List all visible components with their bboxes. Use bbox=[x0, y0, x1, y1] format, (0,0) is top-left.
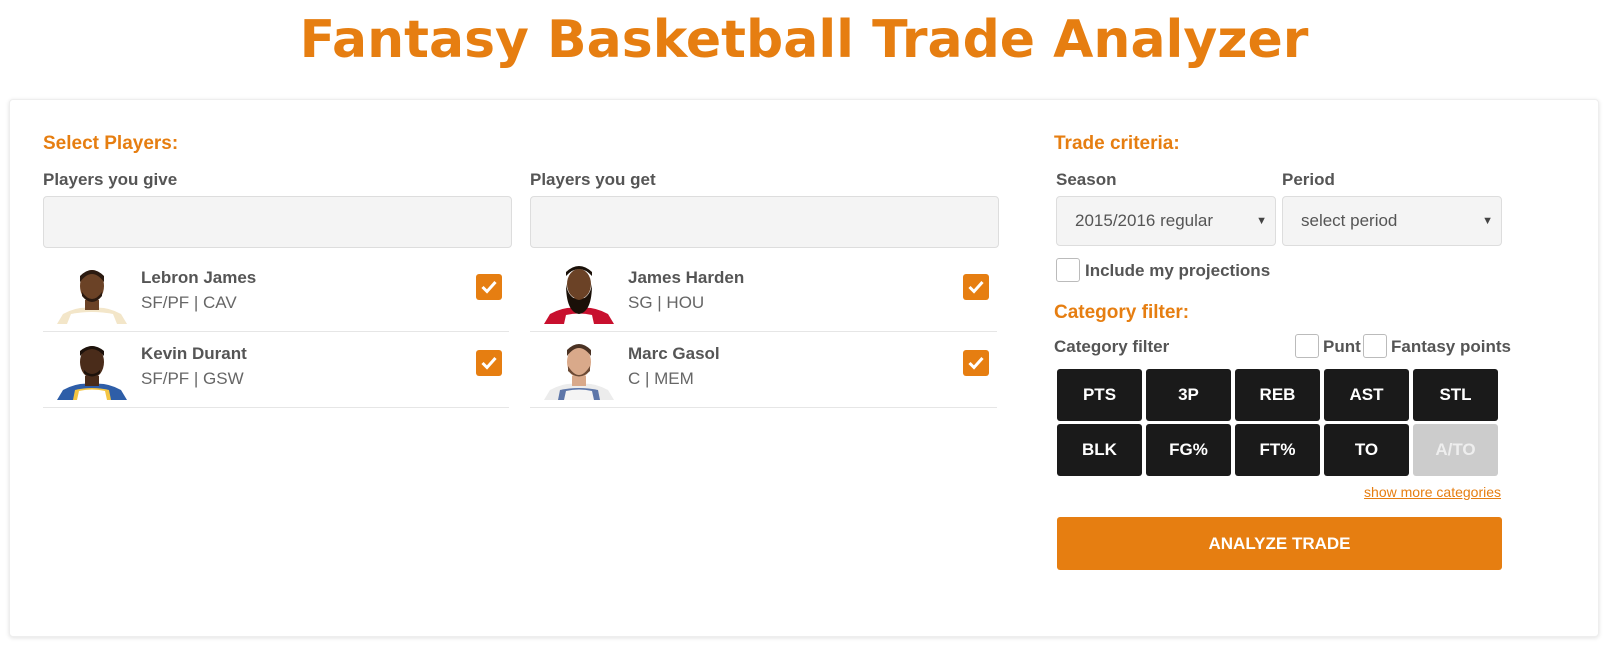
season-label: Season bbox=[1056, 170, 1117, 189]
category-button-to[interactable]: TO bbox=[1324, 424, 1409, 476]
period-label: Period bbox=[1282, 170, 1335, 189]
category-button-a-to[interactable]: A/TO bbox=[1413, 424, 1498, 476]
caret-down-icon: ▼ bbox=[1256, 215, 1267, 227]
give-player-row: Lebron James SF/PF | CAV bbox=[43, 254, 509, 332]
category-filter-label: Category filter bbox=[1054, 337, 1170, 356]
season-select-value: 2015/2016 regular bbox=[1075, 211, 1214, 230]
select-players-heading: Select Players: bbox=[43, 133, 179, 154]
player-name: Lebron James bbox=[141, 268, 257, 287]
category-button-ast[interactable]: AST bbox=[1324, 369, 1409, 421]
checkmark-icon bbox=[481, 280, 497, 294]
get-player-row: Marc Gasol C | MEM bbox=[530, 330, 997, 408]
players-get-label: Players you get bbox=[530, 170, 656, 189]
category-button-fg-pct[interactable]: FG% bbox=[1146, 424, 1231, 476]
players-give-label: Players you give bbox=[43, 170, 178, 189]
player-name: Kevin Durant bbox=[141, 344, 247, 363]
include-projections-label: Include my projections bbox=[1085, 261, 1271, 280]
player-avatar-icon bbox=[544, 262, 614, 324]
players-give-input[interactable] bbox=[43, 196, 512, 248]
player-name: James Harden bbox=[628, 268, 745, 287]
player-position-team: SF/PF | GSW bbox=[141, 369, 244, 388]
period-select[interactable]: select period ▼ bbox=[1282, 196, 1502, 246]
include-projections-checkbox[interactable] bbox=[1056, 258, 1080, 282]
player-position-team: C | MEM bbox=[628, 369, 694, 388]
player-avatar-icon bbox=[57, 338, 127, 400]
player-position-team: SG | HOU bbox=[628, 293, 705, 312]
trade-criteria-heading: Trade criteria: bbox=[1054, 133, 1180, 154]
category-button-ft-pct[interactable]: FT% bbox=[1235, 424, 1320, 476]
category-button-3p[interactable]: 3P bbox=[1146, 369, 1231, 421]
category-button-reb[interactable]: REB bbox=[1235, 369, 1320, 421]
player-name: Marc Gasol bbox=[628, 344, 720, 363]
checkmark-icon bbox=[481, 356, 497, 370]
player-checkbox[interactable] bbox=[476, 274, 502, 300]
player-position-team: SF/PF | CAV bbox=[141, 293, 237, 312]
period-select-value: select period bbox=[1301, 211, 1398, 230]
players-get-input[interactable] bbox=[530, 196, 999, 248]
player-checkbox[interactable] bbox=[476, 350, 502, 376]
punt-checkbox[interactable] bbox=[1295, 334, 1319, 358]
player-avatar-icon bbox=[544, 338, 614, 400]
player-avatar-icon bbox=[57, 262, 127, 324]
player-checkbox[interactable] bbox=[963, 350, 989, 376]
analyze-trade-button[interactable]: ANALYZE TRADE bbox=[1057, 517, 1502, 570]
player-checkbox[interactable] bbox=[963, 274, 989, 300]
category-buttons: PTS 3P REB AST STL BLK FG% FT% TO A/TO bbox=[1057, 369, 1501, 476]
page-title: Fantasy Basketball Trade Analyzer bbox=[299, 10, 1309, 70]
punt-label: Punt bbox=[1323, 337, 1361, 356]
checkmark-icon bbox=[968, 280, 984, 294]
checkmark-icon bbox=[968, 356, 984, 370]
fantasy-points-checkbox[interactable] bbox=[1363, 334, 1387, 358]
show-more-categories-link[interactable]: show more categories bbox=[1364, 484, 1501, 500]
season-select[interactable]: 2015/2016 regular ▼ bbox=[1056, 196, 1276, 246]
category-filter-heading: Category filter: bbox=[1054, 302, 1190, 323]
get-player-row: James Harden SG | HOU bbox=[530, 254, 997, 332]
category-button-stl[interactable]: STL bbox=[1413, 369, 1498, 421]
caret-down-icon: ▼ bbox=[1482, 215, 1493, 227]
give-player-row: Kevin Durant SF/PF | GSW bbox=[43, 330, 509, 408]
fantasy-points-label: Fantasy points bbox=[1391, 337, 1511, 356]
category-button-blk[interactable]: BLK bbox=[1057, 424, 1142, 476]
category-button-pts[interactable]: PTS bbox=[1057, 369, 1142, 421]
